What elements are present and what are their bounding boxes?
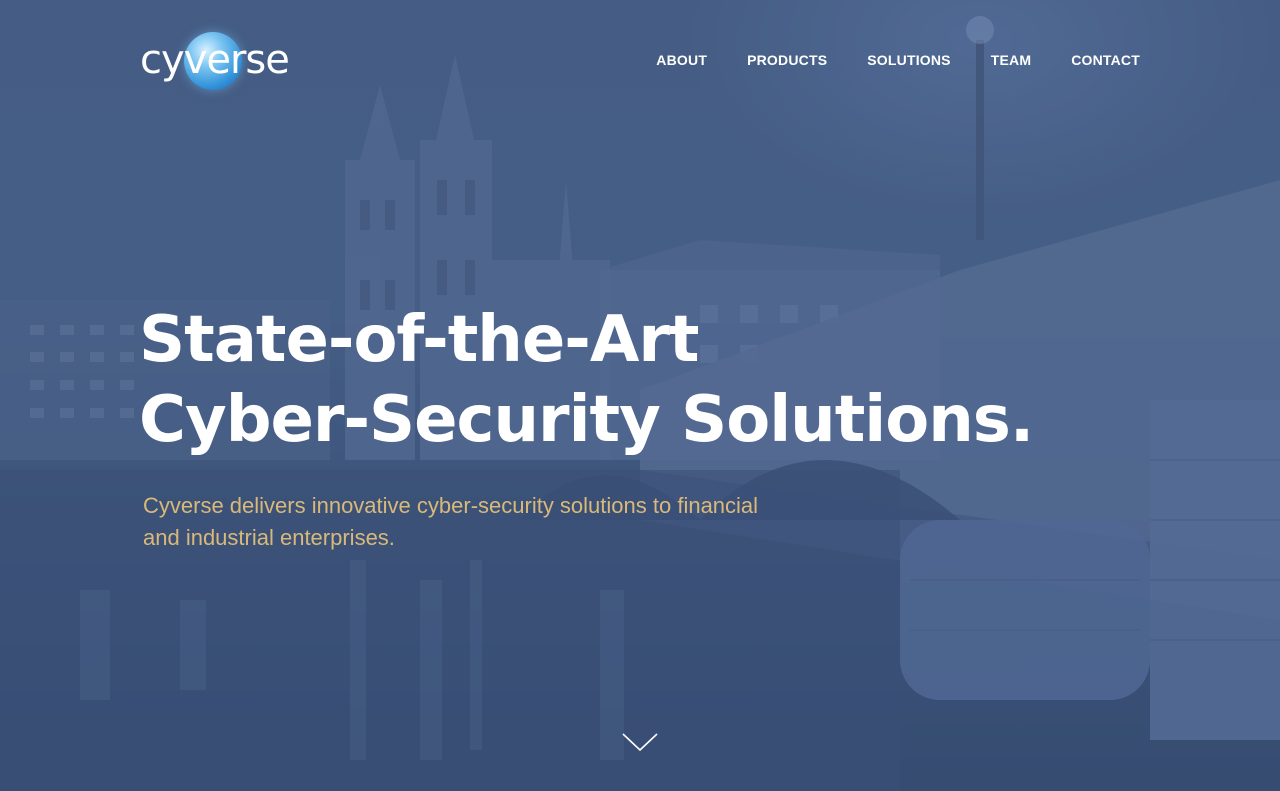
cyverse-logo[interactable]: cyverse <box>140 30 290 94</box>
nav-item-contact[interactable]: CONTACT <box>1071 51 1140 69</box>
nav-item-solutions[interactable]: SOLUTIONS <box>867 51 950 69</box>
chevron-down-icon[interactable] <box>620 728 660 756</box>
logo-text: cyverse <box>140 37 290 83</box>
hero-section: cyverse ABOUT PRODUCTS SOLUTIONS TEAM CO… <box>0 0 1280 791</box>
nav-item-about[interactable]: ABOUT <box>656 51 707 69</box>
hero-headline-line2: Cyber-Security Solutions. <box>139 383 1034 457</box>
nav-item-products[interactable]: PRODUCTS <box>747 51 827 69</box>
hero-headline-line1: State-of-the-Art <box>139 303 700 377</box>
hero-tagline: Cyverse delivers innovative cyber-securi… <box>143 493 759 550</box>
main-nav: ABOUT PRODUCTS SOLUTIONS TEAM CONTACT <box>656 51 1140 69</box>
hero-headline: State-of-the-Art Cyber-Security Solution… <box>139 300 1034 460</box>
nav-item-team[interactable]: TEAM <box>991 51 1031 69</box>
